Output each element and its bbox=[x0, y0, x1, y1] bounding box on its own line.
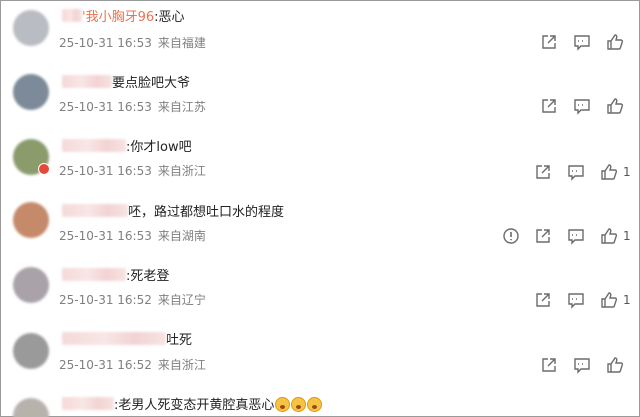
like-icon[interactable] bbox=[600, 291, 618, 309]
share-icon[interactable] bbox=[540, 33, 558, 51]
comment-line: 吐死 bbox=[62, 331, 192, 351]
like-icon[interactable] bbox=[606, 33, 624, 51]
comment-icon[interactable] bbox=[567, 163, 585, 181]
share-icon[interactable] bbox=[540, 356, 558, 374]
comment-line: :老男人死变态开黄腔真恶心 bbox=[62, 396, 323, 416]
nickname-redacted[interactable] bbox=[62, 75, 112, 88]
comment-meta: 25-10-31 16:53 来自浙江 bbox=[59, 163, 206, 179]
comment-text: 吐死 bbox=[166, 333, 193, 348]
comment-actions: 1 bbox=[534, 163, 640, 183]
like-icon[interactable] bbox=[606, 97, 624, 115]
avatar[interactable] bbox=[13, 333, 49, 369]
nickname-redacted[interactable] bbox=[62, 139, 126, 152]
like-count: 1 bbox=[623, 165, 631, 179]
comment-line: '我小胸牙96:恶心 bbox=[62, 8, 185, 28]
comment-location: 来自福建 bbox=[157, 36, 206, 50]
comment-icon[interactable] bbox=[567, 291, 585, 309]
comment-time: 25-10-31 16:53 bbox=[59, 100, 152, 114]
nickname[interactable]: '我小胸牙96 bbox=[82, 10, 154, 25]
like-count: 1 bbox=[623, 229, 631, 243]
avatar[interactable] bbox=[13, 202, 49, 238]
comment-location: 来自辽宁 bbox=[157, 293, 206, 307]
comment-time: 25-10-31 16:53 bbox=[59, 36, 152, 50]
comment-meta: 25-10-31 16:53 来自福建 bbox=[59, 35, 206, 51]
nickname-redacted[interactable] bbox=[62, 204, 128, 217]
comment-actions: 1 bbox=[502, 227, 640, 247]
comment-item: :老男人死变态开黄腔真恶心 bbox=[0, 390, 640, 417]
comment-icon[interactable] bbox=[573, 356, 591, 374]
like-icon[interactable] bbox=[600, 227, 618, 245]
report-icon[interactable] bbox=[502, 227, 520, 245]
comment-meta: 25-10-31 16:53 来自湖南 bbox=[59, 228, 206, 244]
comment-location: 来自江苏 bbox=[157, 100, 206, 114]
comment-text: :你才low吧 bbox=[126, 140, 192, 155]
comment-time: 25-10-31 16:52 bbox=[59, 358, 152, 372]
avatar[interactable] bbox=[13, 267, 49, 303]
comment-icon[interactable] bbox=[573, 33, 591, 51]
comment-time: 25-10-31 16:52 bbox=[59, 293, 152, 307]
nickname-redacted[interactable] bbox=[62, 332, 166, 345]
comment-text: 要点脸吧大爷 bbox=[112, 76, 191, 91]
comment-text: :恶心 bbox=[154, 10, 185, 25]
comment-location: 来自湖南 bbox=[157, 229, 206, 243]
crying-emoji-icon bbox=[275, 397, 291, 412]
avatar[interactable] bbox=[13, 10, 49, 46]
like-count: 1 bbox=[623, 293, 631, 307]
comment-actions: 1 bbox=[534, 291, 640, 311]
comment-icon[interactable] bbox=[573, 97, 591, 115]
comment-line: 呸，路过都想吐口水的程度 bbox=[62, 203, 284, 223]
nickname-redacted[interactable] bbox=[62, 397, 114, 410]
comment-time: 25-10-31 16:53 bbox=[59, 229, 152, 243]
comment-text: :老男人死变态开黄腔真恶心 bbox=[114, 398, 275, 413]
comment-meta: 25-10-31 16:53 来自江苏 bbox=[59, 99, 206, 115]
comment-location: 来自浙江 bbox=[157, 358, 206, 372]
comment-line: 要点脸吧大爷 bbox=[62, 74, 190, 94]
comment-actions bbox=[540, 97, 640, 117]
comment-meta: 25-10-31 16:52 来自浙江 bbox=[59, 357, 206, 373]
like-icon[interactable] bbox=[606, 356, 624, 374]
like-icon[interactable] bbox=[600, 163, 618, 181]
comment-text: 呸，路过都想吐口水的程度 bbox=[128, 205, 285, 220]
comment-time: 25-10-31 16:53 bbox=[59, 164, 152, 178]
comment-actions bbox=[540, 356, 640, 376]
avatar[interactable] bbox=[13, 74, 49, 110]
comment-icon[interactable] bbox=[567, 227, 585, 245]
share-icon[interactable] bbox=[534, 291, 552, 309]
share-icon[interactable] bbox=[534, 163, 552, 181]
nickname-redacted[interactable] bbox=[62, 268, 126, 281]
crying-emoji-icon bbox=[291, 397, 307, 412]
verified-badge-icon bbox=[38, 163, 50, 175]
crying-emoji-icon bbox=[307, 397, 323, 412]
comment-actions bbox=[540, 33, 640, 53]
avatar[interactable] bbox=[13, 398, 49, 417]
share-icon[interactable] bbox=[534, 227, 552, 245]
comment-line: :死老登 bbox=[62, 267, 169, 287]
comment-location: 来自浙江 bbox=[157, 164, 206, 178]
comment-line: :你才low吧 bbox=[62, 138, 192, 158]
share-icon[interactable] bbox=[540, 97, 558, 115]
comment-meta: 25-10-31 16:52 来自辽宁 bbox=[59, 292, 206, 308]
nickname-redacted[interactable] bbox=[62, 9, 82, 22]
comment-text: :死老登 bbox=[126, 269, 170, 284]
